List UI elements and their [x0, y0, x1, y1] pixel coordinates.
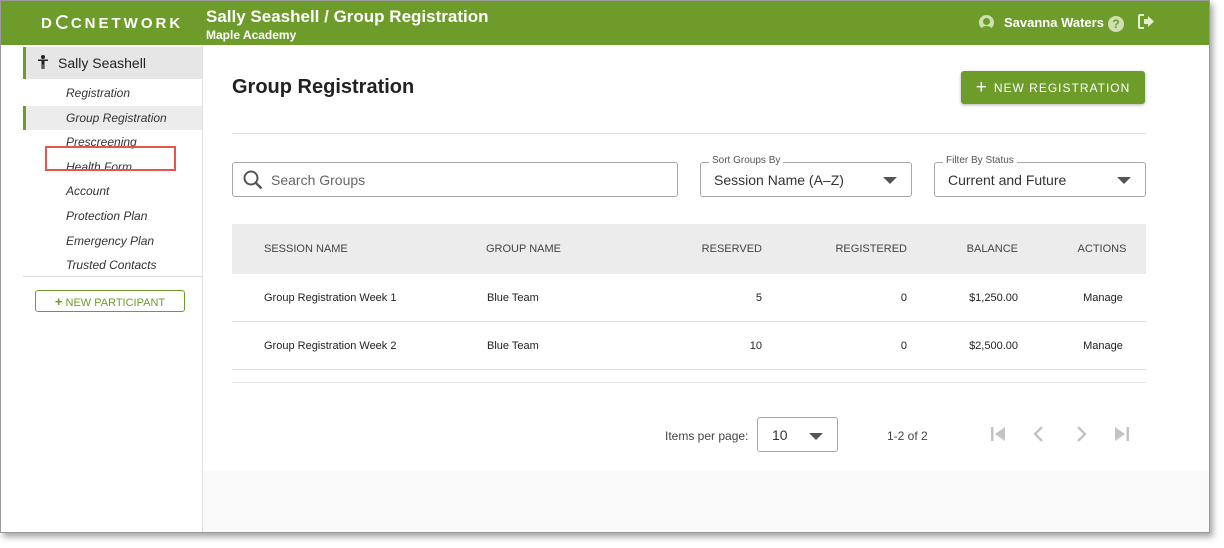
session-name-cell: Group Registration Week 1 — [264, 291, 397, 304]
title-divider — [232, 133, 1146, 134]
highlight-annotation-box — [45, 146, 176, 171]
plus-icon: + — [54, 294, 63, 309]
groups-table: SESSION NAME GROUP NAME RESERVED REGISTE… — [232, 224, 1146, 383]
plus-icon: + — [975, 77, 988, 98]
header-registered[interactable]: REGISTERED — [807, 224, 907, 274]
sort-groups-value: Session Name (A–Z) — [714, 172, 844, 188]
organization-name: Maple Academy — [206, 28, 297, 42]
sort-groups-label: Sort Groups By — [709, 155, 784, 166]
user-avatar-icon — [979, 15, 994, 30]
registered-cell: 0 — [900, 339, 907, 352]
caret-down-icon — [1117, 177, 1131, 184]
balance-cell: $1,250.00 — [969, 291, 1018, 304]
search-input[interactable]: Search Groups — [232, 162, 678, 197]
group-name-cell: Blue Team — [487, 291, 539, 304]
header-actions: ACTIONS — [1077, 243, 1127, 255]
table-footer-divider — [232, 370, 1146, 383]
manage-link[interactable]: Manage — [1068, 322, 1138, 369]
table-row: Group Registration Week 2 Blue Team 10 0… — [232, 322, 1146, 370]
user-name: Savanna Waters — [1004, 15, 1104, 30]
help-icon[interactable]: ? — [1108, 16, 1124, 32]
header-group-name[interactable]: GROUP NAME — [486, 224, 561, 274]
filter-status-value: Current and Future — [948, 172, 1067, 188]
sort-groups-select[interactable]: Sort Groups By Session Name (A–Z) — [700, 155, 912, 197]
paginator: Items per page: 10 1-2 of 2 — [203, 417, 1209, 457]
reserved-cell: 10 — [749, 339, 762, 352]
logout-icon-svg — [1138, 14, 1154, 29]
new-registration-button[interactable]: + NEW REGISTRATION — [961, 71, 1145, 104]
page-title: Group Registration — [232, 76, 415, 98]
table-row: Group Registration Week 1 Blue Team 5 0 … — [232, 274, 1146, 322]
filter-status-label: Filter By Status — [943, 155, 1017, 166]
registered-cell: 0 — [900, 291, 907, 304]
new-participant-label: NEW PARTICIPANT — [65, 297, 166, 309]
participant-name: Sally Seashell — [58, 55, 146, 71]
table-header: SESSION NAME GROUP NAME RESERVED REGISTE… — [232, 224, 1146, 274]
participant-header[interactable]: Sally Seashell — [23, 47, 202, 79]
sidebar-item-trusted-contacts[interactable]: Trusted Contacts — [23, 253, 202, 278]
header-reserved[interactable]: RESERVED — [662, 224, 762, 274]
page-breadcrumb-title: Sally Seashell / Group Registration — [206, 7, 489, 26]
sidebar-item-emergency-plan[interactable]: Emergency Plan — [23, 229, 202, 254]
last-page-icon[interactable] — [1112, 424, 1132, 444]
items-per-page-label: Items per page: — [665, 429, 749, 443]
reserved-cell: 5 — [755, 291, 762, 304]
person-icon — [38, 54, 48, 72]
logout-icon[interactable] — [1138, 14, 1155, 33]
top-bar: D CNETWORK Sally Seashell / Group Registr… — [1, 1, 1209, 45]
header-session-name[interactable]: SESSION NAME — [264, 224, 348, 274]
previous-page-icon[interactable] — [1029, 424, 1049, 444]
docnetwork-logo[interactable]: D CNETWORK — [41, 15, 183, 32]
bottom-band — [203, 471, 1209, 532]
group-name-cell: Blue Team — [487, 339, 539, 352]
user-menu[interactable]: Savanna Waters — [979, 15, 1104, 30]
next-page-icon[interactable] — [1071, 424, 1091, 444]
sidebar-item-protection-plan[interactable]: Protection Plan — [23, 204, 202, 229]
search-placeholder: Search Groups — [271, 171, 366, 188]
sidebar-nav: Registration Group Registration Prescree… — [23, 81, 202, 278]
new-registration-label: NEW REGISTRATION — [993, 80, 1131, 95]
app-window: D CNETWORK Sally Seashell / Group Registr… — [0, 0, 1210, 533]
caret-down-icon — [883, 177, 897, 184]
sidebar: Sally Seashell Registration Group Regist… — [1, 45, 203, 532]
session-name-cell: Group Registration Week 2 — [264, 339, 397, 352]
filter-status-select[interactable]: Filter By Status Current and Future — [934, 155, 1146, 197]
sidebar-divider — [23, 276, 202, 277]
sidebar-item-account[interactable]: Account — [23, 179, 202, 204]
caret-down-icon — [809, 433, 823, 440]
items-per-page-value: 10 — [772, 427, 788, 443]
manage-link[interactable]: Manage — [1068, 274, 1138, 321]
person-icon-svg — [38, 54, 48, 69]
search-icon — [243, 170, 263, 189]
first-page-icon[interactable] — [988, 424, 1008, 444]
header-balance[interactable]: BALANCE — [918, 224, 1018, 274]
sidebar-item-group-registration[interactable]: Group Registration — [23, 105, 202, 131]
items-per-page-select[interactable]: 10 — [757, 417, 838, 452]
sidebar-item-registration[interactable]: Registration — [23, 81, 202, 106]
balance-cell: $2,500.00 — [969, 339, 1018, 352]
page-range-label: 1-2 of 2 — [887, 429, 928, 443]
new-participant-button[interactable]: + NEW PARTICIPANT — [35, 290, 185, 312]
main-content: Group Registration + NEW REGISTRATION Se… — [203, 45, 1209, 532]
